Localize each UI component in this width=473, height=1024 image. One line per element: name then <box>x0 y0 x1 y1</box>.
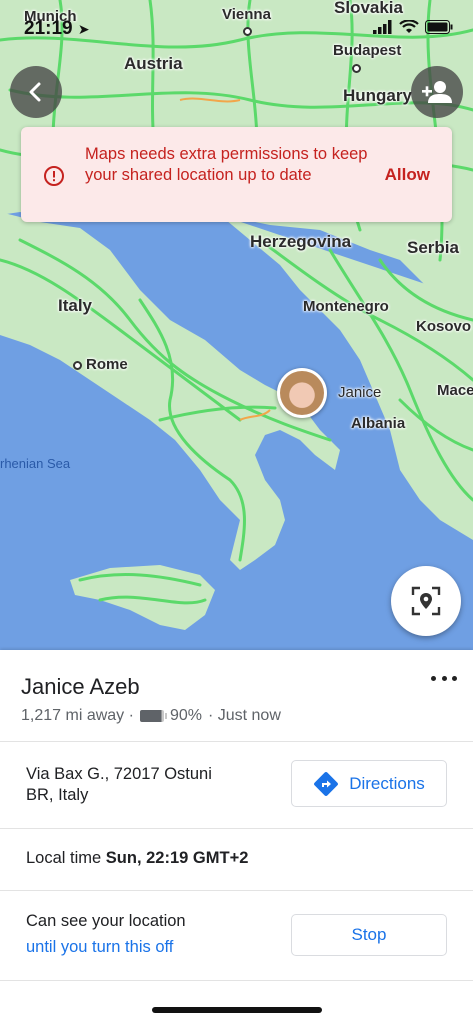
divider <box>0 890 473 891</box>
more-dot-icon <box>452 675 457 681</box>
avatar <box>280 371 324 415</box>
status-time: 21:19 ➤ <box>24 18 90 40</box>
home-indicator[interactable] <box>152 1007 322 1013</box>
person-details-sheet[interactable]: Janice Azeb 1,217 mi away · 90% · Just n… <box>0 650 473 1024</box>
city-dot-budapest <box>352 64 361 73</box>
more-dot-icon <box>441 675 447 681</box>
map-label-tyrrhenian-sea: rhenian Sea <box>0 456 71 471</box>
divider <box>0 828 473 829</box>
sharing-duration: until you turn this off <box>26 938 174 956</box>
map-label-austria: Austria <box>124 54 183 73</box>
person-name: Janice Azeb <box>21 674 140 699</box>
address-line-1: Via Bax G., 72017 Ostuni <box>26 765 212 783</box>
wifi-icon <box>399 20 419 33</box>
distance-text: 1,217 mi away · <box>21 707 134 724</box>
map-label-montenegro: Montenegro <box>303 298 389 315</box>
permission-banner: Maps needs extra permissions to keep you… <box>21 127 452 222</box>
divider <box>0 741 473 742</box>
map-label-vienna: Vienna <box>222 6 271 23</box>
divider <box>0 980 473 981</box>
city-dot-vienna <box>243 27 252 36</box>
sharing-label: Can see your location <box>26 912 186 930</box>
permission-message: Maps needs extra permissions to keep you… <box>85 145 368 184</box>
local-time: Local time Sun, 22:19 GMT+2 <box>26 849 248 868</box>
address: Via Bax G., 72017 Ostuni BR, Italy <box>26 764 256 806</box>
location-target-icon <box>411 586 441 616</box>
map-label-kosovo: Kosovo <box>416 318 472 335</box>
map-label-janice: Janice <box>338 384 382 401</box>
add-person-icon <box>422 81 452 103</box>
stop-sharing-button[interactable]: Stop <box>291 914 447 956</box>
map-label-mace: Mace <box>437 382 473 399</box>
stop-label: Stop <box>351 925 387 944</box>
add-person-button[interactable] <box>411 66 463 118</box>
location-arrow-icon: ➤ <box>77 21 90 37</box>
map-label-rome: Rome <box>86 356 128 373</box>
map-label-budapest: Budapest <box>333 42 402 59</box>
person-location-pin[interactable] <box>277 368 327 418</box>
map-label-serbia: Serbia <box>407 238 459 257</box>
directions-icon <box>314 771 339 796</box>
battery-level-icon <box>139 710 167 722</box>
map-label-slovakia: Slovakia <box>334 0 403 17</box>
battery-icon <box>425 20 453 34</box>
map-label-herzegovina: Herzegovina <box>250 232 352 251</box>
chevron-left-icon <box>29 82 41 102</box>
back-button[interactable] <box>10 66 62 118</box>
more-dot-icon <box>431 675 436 681</box>
more-options-button[interactable] <box>431 668 457 688</box>
map-label-albania: Albania <box>351 415 406 432</box>
address-line-2: BR, Italy <box>26 786 89 804</box>
signal-icon <box>373 20 392 34</box>
allow-button[interactable]: Allow <box>385 165 430 185</box>
info-icon <box>44 166 64 186</box>
status-icons <box>373 20 453 34</box>
map-label-hungary: Hungary <box>343 86 412 105</box>
local-time-prefix: Local time <box>26 849 102 867</box>
map-label-italy: Italy <box>58 296 93 315</box>
status-time-text: 21:19 <box>24 18 73 39</box>
city-dot-rome <box>73 361 82 370</box>
updated-text: · Just now <box>207 707 281 724</box>
map-view[interactable]: Munich Vienna Slovakia Austria Budapest … <box>0 0 473 650</box>
local-time-value: Sun, 22:19 GMT+2 <box>105 849 249 867</box>
person-status-line: 1,217 mi away · 90% · Just now <box>21 707 281 725</box>
directions-label: Directions <box>349 773 425 793</box>
battery-percent: 90% <box>169 707 202 724</box>
center-location-button[interactable] <box>391 566 461 636</box>
directions-button[interactable]: Directions <box>291 760 447 807</box>
